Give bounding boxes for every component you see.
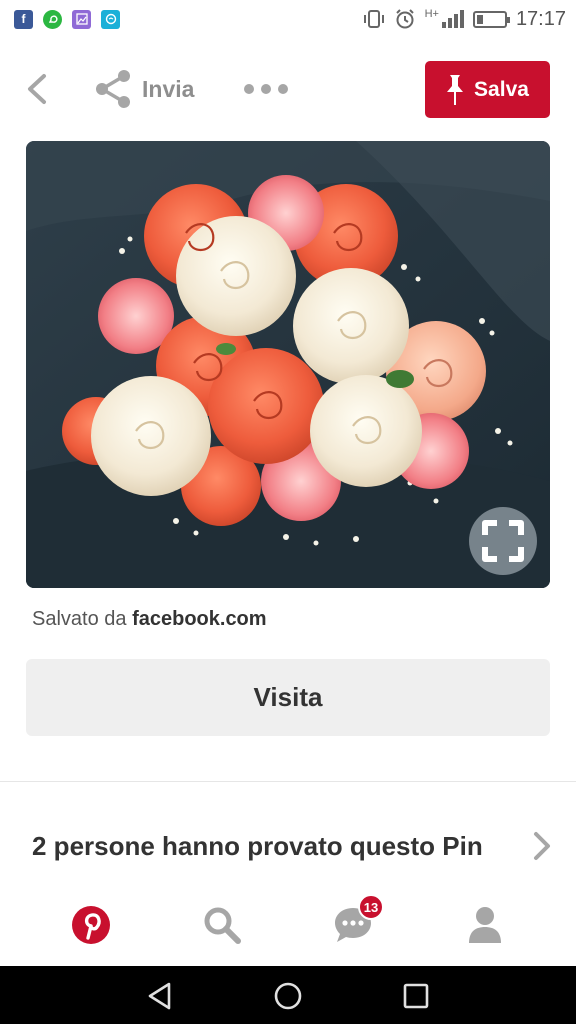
expand-icon bbox=[482, 520, 524, 562]
notification-icons: f bbox=[14, 9, 120, 29]
alarm-icon bbox=[395, 9, 414, 29]
chevron-left-icon bbox=[28, 74, 46, 104]
save-label: Salva bbox=[474, 77, 529, 101]
saved-from-prefix: Salvato da bbox=[32, 608, 127, 630]
signal-icon bbox=[441, 10, 464, 28]
bouquet-photo bbox=[26, 141, 550, 588]
vibrate-icon bbox=[363, 10, 384, 28]
share-button[interactable]: Invia bbox=[94, 68, 194, 110]
chevron-right-icon bbox=[534, 832, 550, 860]
nav-search[interactable] bbox=[197, 900, 247, 950]
gallery-icon bbox=[72, 9, 91, 29]
android-recents-button[interactable] bbox=[399, 979, 433, 1013]
tried-pin-row[interactable]: 2 persone hanno provato questo Pin bbox=[32, 825, 552, 867]
facebook-icon: f bbox=[14, 9, 33, 29]
clock: 17:17 bbox=[515, 7, 566, 30]
pin-image[interactable] bbox=[26, 141, 550, 588]
saved-from-source-link[interactable]: facebook.com bbox=[132, 608, 266, 630]
share-icon bbox=[96, 70, 130, 108]
android-home-button[interactable] bbox=[271, 979, 305, 1013]
android-back-button[interactable] bbox=[143, 979, 177, 1013]
divider bbox=[0, 781, 576, 782]
person-icon bbox=[469, 907, 501, 943]
pin-toolbar: Invia Salva bbox=[0, 60, 576, 118]
pinterest-logo-icon bbox=[72, 906, 110, 944]
visit-button[interactable]: Visita bbox=[26, 659, 550, 736]
whatsapp-icon bbox=[43, 9, 62, 29]
bottom-nav: 13 bbox=[0, 886, 576, 966]
pin-detail-screen: f H+ 17:17 Invia Salva Salvato da facebo… bbox=[0, 0, 576, 1024]
network-type: H+ bbox=[424, 7, 439, 20]
unread-badge: 13 bbox=[358, 894, 384, 920]
tried-pin-text: 2 persone hanno provato questo Pin bbox=[32, 830, 483, 861]
back-button[interactable] bbox=[22, 72, 52, 106]
nav-profile[interactable] bbox=[460, 900, 510, 950]
visit-label: Visita bbox=[253, 682, 323, 712]
square-recents-icon bbox=[403, 983, 429, 1009]
more-dots-icon bbox=[244, 84, 254, 94]
nav-home[interactable] bbox=[66, 900, 116, 950]
android-nav-bar bbox=[0, 966, 576, 1024]
messenger-icon bbox=[101, 9, 120, 29]
nav-messages[interactable]: 13 bbox=[328, 894, 384, 950]
expand-image-button[interactable] bbox=[469, 507, 537, 575]
saved-from-text: Salvato da facebook.com bbox=[32, 608, 267, 631]
pushpin-icon bbox=[447, 74, 464, 105]
triangle-back-icon bbox=[148, 982, 171, 1010]
share-label: Invia bbox=[142, 75, 195, 102]
save-button[interactable]: Salva bbox=[425, 61, 550, 118]
battery-icon bbox=[472, 10, 510, 28]
circle-home-icon bbox=[274, 982, 302, 1010]
more-options-button[interactable] bbox=[244, 74, 288, 104]
status-bar: f H+ 17:17 bbox=[0, 0, 576, 38]
system-icons: H+ 17:17 bbox=[363, 8, 566, 31]
search-icon bbox=[204, 907, 241, 944]
